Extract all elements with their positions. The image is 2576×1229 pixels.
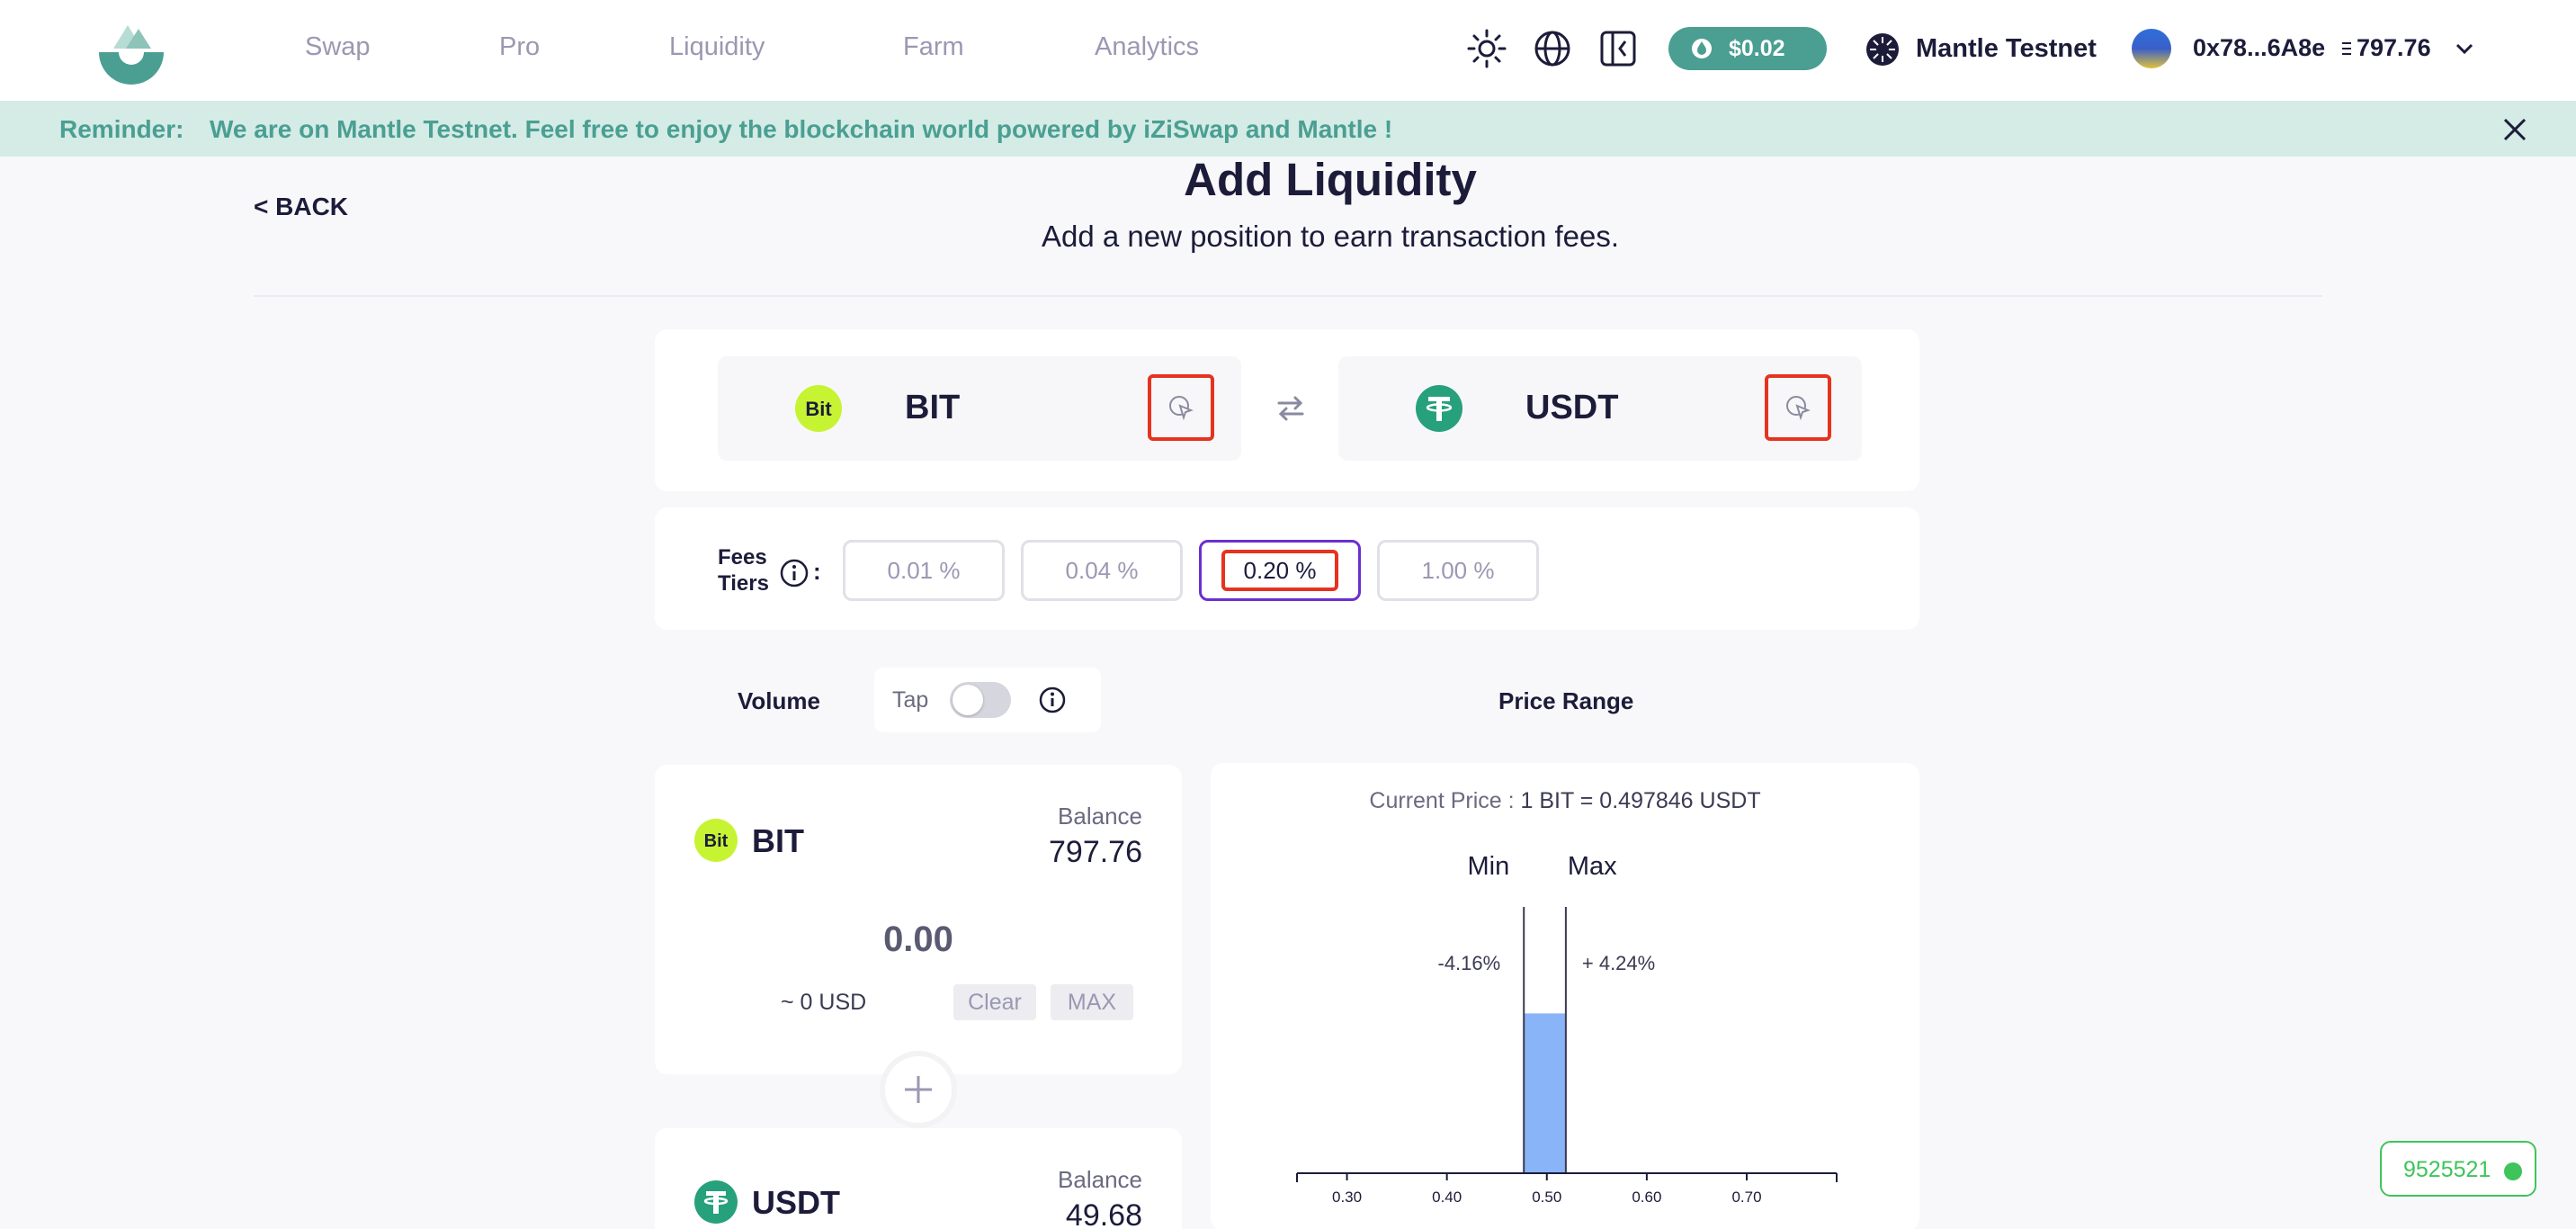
svg-text:Bit: Bit xyxy=(704,831,729,851)
block-number: 9525521 xyxy=(2403,1157,2491,1182)
nav-liquidity[interactable]: Liquidity xyxy=(669,32,765,62)
cursor-select-icon xyxy=(1169,396,1194,421)
cursor-select-icon xyxy=(1786,396,1811,421)
collapse-sidebar-icon[interactable] xyxy=(1597,27,1640,70)
deposit-token-name: BIT xyxy=(752,822,804,859)
clear-button[interactable]: Clear xyxy=(953,984,1036,1020)
tap-mode-control: Tap xyxy=(874,668,1101,732)
avatar xyxy=(2132,29,2171,68)
liquidity-bar xyxy=(1524,1013,1566,1173)
info-icon[interactable] xyxy=(1038,686,1067,714)
reminder-text: We are on Mantle Testnet. Feel free to e… xyxy=(210,115,1393,143)
x-tick-label: 0.40 xyxy=(1432,1189,1462,1206)
balance-label: Balance xyxy=(1058,803,1142,830)
token-b-name: USDT xyxy=(1525,389,1619,426)
wallet-address: 0x78...6A8e xyxy=(2193,34,2326,61)
izi-price-badge[interactable]: $0.02 xyxy=(1668,27,1827,70)
reminder-banner: Reminder: We are on Mantle Testnet. Feel… xyxy=(0,101,2576,157)
volume-label: Volume xyxy=(738,687,820,714)
amount-input[interactable]: 0.00 xyxy=(655,920,1182,960)
info-icon[interactable] xyxy=(779,558,809,588)
tap-toggle[interactable] xyxy=(950,682,1011,718)
block-number-badge: 9525521 xyxy=(2380,1141,2536,1197)
fee-tier-label: 0.01 % xyxy=(887,557,961,584)
fees-label-line2: Tiers xyxy=(718,571,769,596)
x-tick-label: 0.60 xyxy=(1632,1189,1661,1206)
liquidity-chart[interactable]: Min Max -4.16% + 4.24% 0.30 0.40 0.50 0.60 0.70 xyxy=(1211,763,1919,1229)
usdt-token-icon xyxy=(1416,385,1462,432)
tap-label: Tap xyxy=(892,687,929,713)
max-button[interactable]: MAX xyxy=(1051,984,1133,1020)
max-label: Max xyxy=(1568,852,1617,881)
sun-icon[interactable] xyxy=(1465,27,1508,70)
usdt-token-icon xyxy=(694,1180,738,1224)
globe-icon[interactable] xyxy=(1531,27,1574,70)
bit-token-icon: Bit xyxy=(795,385,842,432)
fee-tier-0-04[interactable]: 0.04 % xyxy=(1021,540,1183,601)
nav-pro[interactable]: Pro xyxy=(499,32,540,62)
x-tick-label: 0.50 xyxy=(1532,1189,1561,1206)
izi-token-icon xyxy=(1692,39,1712,58)
deposit-token-name: USDT xyxy=(752,1184,840,1221)
mantle-network-icon xyxy=(1866,33,1899,66)
top-navigation: Swap Pro Liquidity Farm Analytics $0.02 xyxy=(0,0,2576,101)
status-dot xyxy=(2504,1162,2522,1180)
izi-price: $0.02 xyxy=(1729,36,1785,61)
back-button[interactable]: < BACK xyxy=(254,193,348,221)
fees-tiers-label: Fees Tiers xyxy=(718,544,769,597)
fee-tier-label: 0.04 % xyxy=(1065,557,1139,584)
token-a-name: BIT xyxy=(905,389,961,426)
price-range-label: Price Range xyxy=(1498,687,1634,714)
min-percent: -4.16% xyxy=(1438,952,1501,974)
nav-farm[interactable]: Farm xyxy=(903,32,964,62)
fees-colon: : xyxy=(813,558,821,585)
reminder-label: Reminder: xyxy=(59,115,184,143)
token-a-select-button[interactable] xyxy=(1148,374,1214,441)
token-b-selector[interactable]: USDT xyxy=(1338,356,1862,461)
highlight-box xyxy=(1221,550,1338,591)
page-subtitle: Add a new position to earn transaction f… xyxy=(1041,220,1620,253)
bit-token-icon: Bit xyxy=(694,819,738,862)
network-name: Mantle Testnet xyxy=(1916,34,2097,63)
usdt-deposit-card: USDT Balance 49.68 xyxy=(655,1128,1182,1229)
balance-label: Balance xyxy=(1058,1166,1142,1193)
fee-tier-1-00[interactable]: 1.00 % xyxy=(1377,540,1539,601)
min-label: Min xyxy=(1467,852,1509,881)
chevron-down-icon[interactable] xyxy=(2452,36,2477,61)
iziswap-logo[interactable] xyxy=(95,13,167,85)
toggle-knob xyxy=(953,685,983,715)
balance-value: 797.76 xyxy=(1049,835,1142,869)
plus-icon xyxy=(880,1051,957,1128)
wallet-balance: 797.76 xyxy=(2357,34,2431,61)
price-range-card: Current Price : 1 BIT = 0.497846 USDT Mi… xyxy=(1211,763,1919,1229)
x-tick-label: 0.30 xyxy=(1332,1189,1362,1206)
divider xyxy=(254,295,2322,297)
svg-text:Bit: Bit xyxy=(805,398,832,420)
fee-tier-0-01[interactable]: 0.01 % xyxy=(843,540,1005,601)
max-percent: + 4.24% xyxy=(1582,952,1655,974)
bit-deposit-card: Bit BIT Balance 797.76 0.00 ~ 0 USD Clea… xyxy=(655,765,1182,1074)
x-tick-label: 0.70 xyxy=(1731,1189,1761,1206)
nav-swap[interactable]: Swap xyxy=(305,32,371,62)
swap-tokens-icon[interactable] xyxy=(1275,394,1306,423)
fee-tier-label: 1.00 % xyxy=(1421,557,1495,584)
nav-analytics[interactable]: Analytics xyxy=(1095,32,1199,62)
page-title: Add Liquidity xyxy=(1184,154,1477,205)
token-a-selector[interactable]: Bit BIT xyxy=(718,356,1241,461)
fees-label-line1: Fees xyxy=(718,545,767,570)
fee-tier-0-20[interactable]: 0.20 % xyxy=(1199,540,1361,601)
balance-value: 49.68 xyxy=(1065,1198,1142,1229)
balance-icon xyxy=(2342,42,2351,55)
usd-value: ~ 0 USD xyxy=(781,990,867,1015)
close-icon[interactable] xyxy=(2500,115,2529,144)
token-b-select-button[interactable] xyxy=(1765,374,1831,441)
